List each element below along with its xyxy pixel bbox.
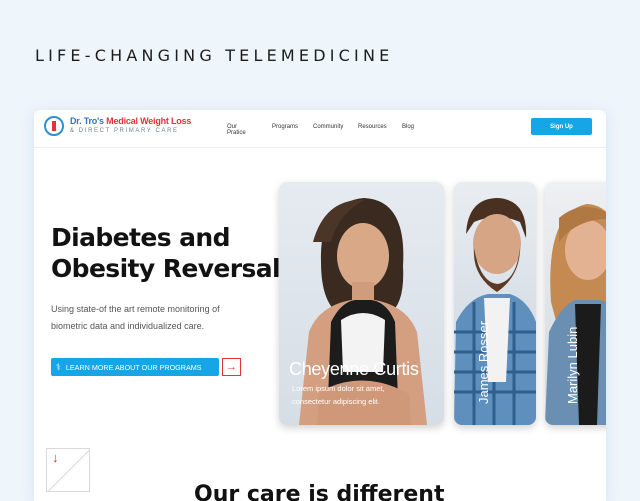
team-card-marilyn[interactable]: Marilyn Lubin (545, 182, 606, 425)
arrow-right-icon[interactable]: → (222, 358, 241, 376)
hero-subtitle: Using state-of the art remote monitoring… (51, 304, 220, 331)
top-nav: Dr. Tro's Medical Weight Loss & DIRECT P… (34, 110, 606, 148)
scroll-down-button[interactable]: ↓ (46, 448, 90, 492)
nav-item-our-practice[interactable]: Our Pratice (227, 124, 246, 136)
card-description: Lorem ipsum dolor sit amet, consectetur … (292, 384, 385, 406)
learn-more-button[interactable]: ⚕ LEARN MORE ABOUT OUR PROGRAMS (51, 358, 219, 376)
hero-title: Diabetes and Obesity Reversal (51, 222, 281, 284)
card-name-cheyenne: Cheyenne Curtis (289, 359, 419, 379)
learn-more-label: LEARN MORE ABOUT OUR PROGRAMS (65, 362, 202, 372)
nav-item-resources[interactable]: Resources (358, 124, 387, 130)
nav-item-blog[interactable]: Blog (402, 124, 414, 130)
nav-item-programs[interactable]: Programs (272, 124, 298, 130)
card-name-marilyn: Marilyn Lubin (565, 326, 580, 404)
tagline: LIFE-CHANGING TELEMEDICINE (35, 46, 394, 65)
caduceus-icon (44, 116, 64, 136)
card-name-james: James Rosser (476, 320, 491, 404)
arrow-down-icon: ↓ (52, 450, 59, 465)
hero-title-line1: Diabetes and (51, 223, 231, 252)
team-card-cheyenne[interactable]: Cheyenne Curtis Lorem ipsum dolor sit am… (279, 182, 444, 425)
website-preview: Dr. Tro's Medical Weight Loss & DIRECT P… (34, 110, 606, 501)
team-card-james[interactable]: James Rosser (454, 182, 536, 425)
logo-subtitle: & DIRECT PRIMARY CARE (70, 128, 179, 134)
stethoscope-icon: ⚕ (56, 361, 61, 372)
nav-item-community[interactable]: Community (313, 124, 343, 130)
logo[interactable]: Dr. Tro's Medical Weight Loss & DIRECT P… (44, 116, 191, 136)
portrait-man-photo (454, 198, 536, 425)
logo-name-part1: Dr. Tro's (70, 116, 104, 126)
section-title: Our care is different (194, 482, 445, 501)
logo-name-part2: Medical Weight Loss (106, 116, 192, 126)
hero-title-line2: Obesity Reversal (51, 254, 281, 283)
sign-up-button[interactable]: Sign Up (531, 118, 592, 135)
